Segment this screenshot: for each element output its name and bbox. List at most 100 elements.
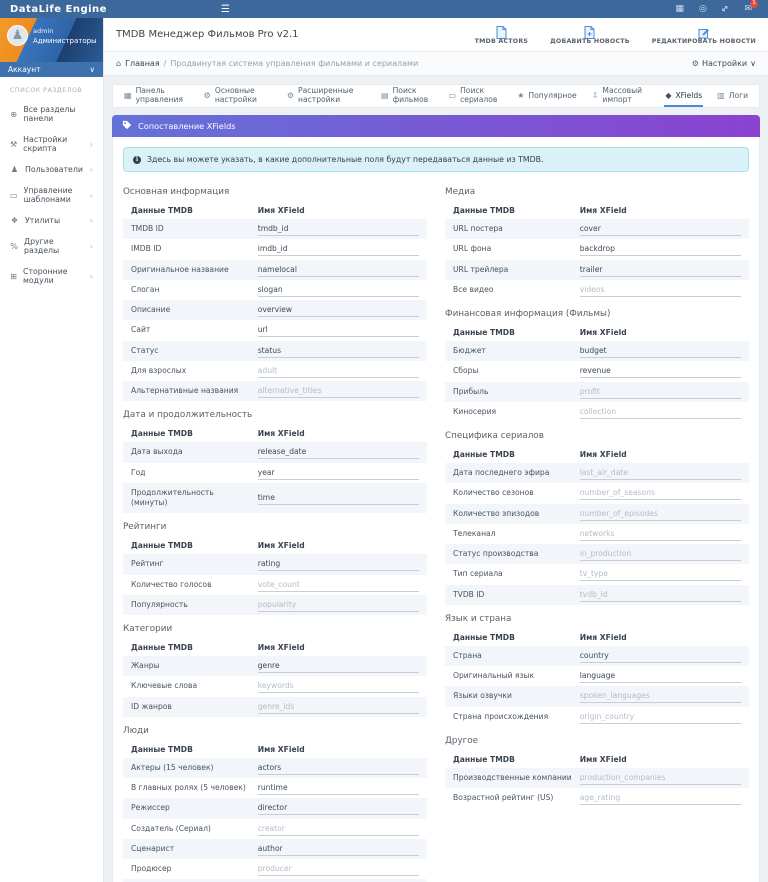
xfield-input[interactable] <box>580 771 741 785</box>
xfield-input[interactable] <box>580 507 741 521</box>
account-dropdown[interactable]: Аккаунт ∨ <box>0 62 103 77</box>
tab-расширенные-настройки[interactable]: ⚙Расширенные настройки <box>286 85 367 107</box>
xfield-input[interactable] <box>580 283 741 297</box>
xfield-input[interactable] <box>580 547 741 561</box>
xfield-input[interactable] <box>258 761 419 775</box>
xfield-input[interactable] <box>580 791 741 805</box>
xfield-input[interactable] <box>258 781 419 795</box>
xfield-input[interactable] <box>258 598 419 612</box>
gear-icon: ⚙ <box>692 59 699 68</box>
hamburger-icon[interactable]: ☰ <box>215 4 236 15</box>
xfields-section: МедиаДанные TMDBИмя XFieldURL постераURL… <box>445 187 749 300</box>
row-label: URL трейлера <box>453 263 580 277</box>
tab-label: Популярное <box>528 91 576 100</box>
chevron-right-icon: › <box>90 272 93 281</box>
brand-logo[interactable]: DataLife Engine <box>0 4 215 15</box>
xfield-input[interactable] <box>258 283 419 297</box>
xfield-input[interactable] <box>258 344 419 358</box>
view-site-icon[interactable]: ◎ <box>699 5 707 14</box>
tab-массовый-импорт[interactable]: ⇩Массовый импорт <box>591 85 652 107</box>
sidebar-item[interactable]: ⚒Настройки скрипта› <box>0 129 103 159</box>
account-label: Аккаунт <box>8 65 41 74</box>
row-label: Актеры (15 человек) <box>131 761 258 775</box>
row-label: Режиссер <box>131 801 258 815</box>
xfield-input[interactable] <box>258 222 419 236</box>
xfield-input[interactable] <box>258 384 419 398</box>
table-row: Для взрослых <box>123 361 427 381</box>
xfield-input[interactable] <box>258 466 419 480</box>
tab-label: Расширенные настройки <box>298 86 366 104</box>
xfield-input[interactable] <box>258 842 419 856</box>
table-row: Рейтинг <box>123 554 427 574</box>
xfield-input[interactable] <box>258 323 419 337</box>
breadcrumb-home-link[interactable]: Главная <box>125 59 160 68</box>
xfields-section: КатегорииДанные TMDBИмя XFieldЖанрыКлюче… <box>123 624 427 717</box>
xfield-input[interactable] <box>258 491 419 505</box>
sidebar-item[interactable]: ❖Утилиты› <box>0 210 103 231</box>
tmdb-actors-button[interactable]: TMDB ACTORS <box>475 24 529 45</box>
xfield-input[interactable] <box>580 466 741 480</box>
column-header-tmdb: Данные TMDB <box>131 429 258 438</box>
table-row: Тип сериала <box>445 564 749 584</box>
xfield-input[interactable] <box>580 649 741 663</box>
xfield-input[interactable] <box>580 567 741 581</box>
xfield-input[interactable] <box>580 669 741 683</box>
xfield-input[interactable] <box>258 700 419 714</box>
page-header: TMDB Менеджер Фильмов Pro v2.1 TMDB ACTO… <box>104 18 768 52</box>
main-area: TMDB Менеджер Фильмов Pro v2.1 TMDB ACTO… <box>104 18 768 882</box>
table-row: Телеканал <box>445 524 749 544</box>
column-header-tmdb: Данные TMDB <box>453 450 580 459</box>
xfield-input[interactable] <box>580 263 741 277</box>
sidebar-item[interactable]: ♟Пользователи› <box>0 159 103 180</box>
xfield-input[interactable] <box>258 303 419 317</box>
sidebar-item[interactable]: ⊞Сторонние модули› <box>0 261 103 291</box>
xfield-input[interactable] <box>258 242 419 256</box>
xfield-input[interactable] <box>258 578 419 592</box>
xfield-input[interactable] <box>258 557 419 571</box>
settings-dropdown[interactable]: ⚙ Настройки ∨ <box>692 59 756 68</box>
xfield-input[interactable] <box>258 862 419 876</box>
xfield-input[interactable] <box>258 822 419 836</box>
xfield-input[interactable] <box>580 385 741 399</box>
table-row: Создатель (Сериал) <box>123 819 427 839</box>
fullscreen-icon[interactable]: ↔ <box>722 5 730 14</box>
sidebar-item[interactable]: ⊕Все разделы панели <box>0 99 103 129</box>
xfield-input[interactable] <box>258 659 419 673</box>
xfield-input[interactable] <box>580 527 741 541</box>
row-label: Прибыль <box>453 385 580 399</box>
sidebar-item[interactable]: %Другие разделы› <box>0 231 103 261</box>
messages-icon[interactable]: ✉1 <box>744 5 752 14</box>
column-header-tmdb: Данные TMDB <box>453 328 580 337</box>
xfield-input[interactable] <box>258 445 419 459</box>
table-row: Количество эпизодов <box>445 504 749 524</box>
xfield-input[interactable] <box>258 364 419 378</box>
extensions-icon[interactable]: ▦ <box>676 5 685 14</box>
sidebar-item[interactable]: ▭Управление шаблонами› <box>0 180 103 210</box>
xfield-input[interactable] <box>580 689 741 703</box>
row-label: Слоган <box>131 283 258 297</box>
xfield-input[interactable] <box>580 486 741 500</box>
add-news-button[interactable]: ДОБАВИТЬ НОВОСТЬ <box>550 24 630 45</box>
tab-популярное[interactable]: ★Популярное <box>516 85 578 107</box>
xfield-input[interactable] <box>580 242 741 256</box>
tab-основные-настройки[interactable]: ⚙Основные настройки <box>203 85 273 107</box>
avatar[interactable]: ♟ <box>7 25 28 46</box>
xfield-input[interactable] <box>580 344 741 358</box>
tab-поиск-фильмов[interactable]: ▤Поиск фильмов <box>380 85 435 107</box>
table-row: Ключевые слова <box>123 676 427 696</box>
xfield-input[interactable] <box>580 405 741 419</box>
table-row: URL постера <box>445 219 749 239</box>
tab-логи[interactable]: ▥Логи <box>716 85 749 107</box>
tab-панель-управления[interactable]: ▦Панель управления <box>123 85 190 107</box>
xfield-input[interactable] <box>258 679 419 693</box>
tab-xfields[interactable]: ◆XFields <box>664 85 703 107</box>
edit-news-button[interactable]: РЕДАКТИРОВАТЬ НОВОСТИ <box>652 24 756 45</box>
xfield-input[interactable] <box>580 364 741 378</box>
tab-поиск-сериалов[interactable]: ▭Поиск сериалов <box>448 85 504 107</box>
row-label: Сценарист <box>131 842 258 856</box>
xfield-input[interactable] <box>580 588 741 602</box>
xfield-input[interactable] <box>580 710 741 724</box>
xfield-input[interactable] <box>258 263 419 277</box>
xfield-input[interactable] <box>580 222 741 236</box>
xfield-input[interactable] <box>258 801 419 815</box>
